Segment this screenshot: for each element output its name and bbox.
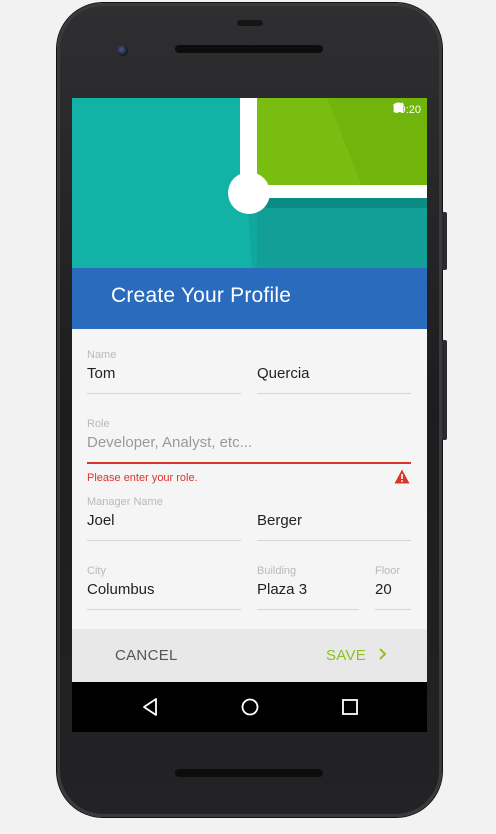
role-field[interactable]: Role Developer, Analyst, etc... — [87, 418, 411, 464]
role-underline — [87, 462, 411, 464]
action-bar: CANCEL SAVE — [72, 629, 427, 682]
last-name-underline — [257, 393, 411, 394]
last-name-value: Quercia — [257, 365, 310, 382]
android-nav-bar — [72, 682, 427, 732]
building-underline — [257, 609, 359, 610]
floor-value: 20 — [375, 581, 392, 598]
battery-icon — [394, 103, 399, 112]
app-screen: 09:20 Create Your Profile Name Tom Querc… — [72, 98, 427, 682]
floor-label: Floor — [375, 565, 401, 577]
building-field[interactable]: Building Plaza 3 — [257, 565, 359, 610]
floor-field[interactable]: Floor 20 — [375, 565, 411, 610]
name-label: Name — [87, 349, 117, 361]
manager-first-value: Joel — [87, 512, 115, 529]
home-icon[interactable] — [240, 697, 260, 717]
power-button — [442, 340, 447, 440]
bottom-speaker — [175, 769, 323, 777]
status-bar: 09:20 — [393, 102, 421, 118]
profile-form: Name Tom Quercia Role Developer, Analyst… — [72, 329, 427, 629]
back-icon[interactable] — [141, 697, 161, 717]
manager-last-field[interactable]: Berger — [257, 496, 411, 541]
manager-last-underline — [257, 540, 411, 541]
manager-first-underline — [87, 540, 241, 541]
save-button[interactable]: SAVE — [326, 629, 387, 682]
front-camera — [117, 45, 128, 56]
hero-banner: 09:20 — [72, 98, 427, 268]
top-speaker — [175, 45, 323, 53]
save-button-label: SAVE — [326, 647, 367, 664]
first-name-field[interactable]: Name Tom — [87, 349, 241, 394]
volume-button — [442, 212, 447, 270]
first-name-underline — [87, 393, 241, 394]
floor-underline — [375, 609, 411, 610]
city-value: Columbus — [87, 581, 155, 598]
building-value: Plaza 3 — [257, 581, 308, 598]
manager-label: Manager Name — [87, 496, 163, 508]
manager-first-field[interactable]: Manager Name Joel — [87, 496, 241, 541]
city-label: City — [87, 565, 106, 577]
hero-illustration — [72, 98, 427, 268]
role-label: Role — [87, 418, 110, 430]
manager-last-value: Berger — [257, 512, 303, 529]
chevron-right-icon — [379, 648, 387, 660]
role-placeholder: Developer, Analyst, etc... — [87, 434, 253, 451]
page-title: Create Your Profile — [111, 284, 292, 307]
title-bar: Create Your Profile — [72, 268, 427, 329]
city-field[interactable]: City Columbus — [87, 565, 241, 610]
role-error-message: Please enter your role. — [87, 472, 198, 484]
cancel-button[interactable]: CANCEL — [115, 629, 178, 682]
warning-icon — [394, 469, 410, 484]
first-name-value: Tom — [87, 365, 116, 382]
city-underline — [87, 609, 241, 610]
recents-icon[interactable] — [340, 697, 360, 717]
building-label: Building — [257, 565, 297, 577]
last-name-field[interactable]: Quercia — [257, 349, 411, 394]
earpiece — [237, 20, 263, 26]
